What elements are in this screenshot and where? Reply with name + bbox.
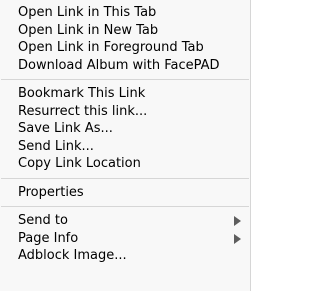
- chevron-right-icon: [234, 233, 241, 244]
- menu-item-properties[interactable]: Properties: [0, 184, 250, 202]
- menu-item-save-link-as[interactable]: Save Link As...: [0, 120, 250, 138]
- menu-item-open-link-this-tab[interactable]: Open Link in This Tab: [0, 4, 250, 22]
- chevron-right-icon: [234, 216, 241, 226]
- menu-item-page-info[interactable]: Page Info: [0, 230, 250, 248]
- menu-separator: [1, 79, 249, 80]
- menu-item-send-link[interactable]: Send Link...: [0, 138, 250, 156]
- menu-item-copy-link-location[interactable]: Copy Link Location: [0, 155, 250, 173]
- menu-item-adblock-image[interactable]: Adblock Image...: [0, 247, 250, 265]
- menu-separator: [1, 177, 249, 179]
- menu-separator: [1, 206, 249, 207]
- menu-group-extras: Send to Page Info Adblock Image...: [0, 212, 250, 265]
- menu-item-label: Send to: [18, 213, 68, 228]
- menu-item-label: Page Info: [18, 230, 79, 246]
- menu-group-open: Open Link in This Tab Open Link in New T…: [0, 4, 250, 74]
- menu-item-open-link-new-tab[interactable]: Open Link in New Tab: [0, 22, 250, 40]
- menu-group-properties: Properties: [0, 184, 250, 202]
- menu-item-send-to[interactable]: Send to: [0, 212, 250, 230]
- menu-group-link-actions: Bookmark This Link Resurrect this link..…: [0, 85, 250, 173]
- menu-item-open-link-foreground-tab[interactable]: Open Link in Foreground Tab: [0, 39, 250, 57]
- context-menu: Open Link in This Tab Open Link in New T…: [0, 0, 251, 291]
- menu-item-download-album-facepad[interactable]: Download Album with FacePAD: [0, 57, 250, 75]
- menu-item-bookmark-link[interactable]: Bookmark This Link: [0, 85, 250, 103]
- menu-item-resurrect-link[interactable]: Resurrect this link...: [0, 103, 250, 121]
